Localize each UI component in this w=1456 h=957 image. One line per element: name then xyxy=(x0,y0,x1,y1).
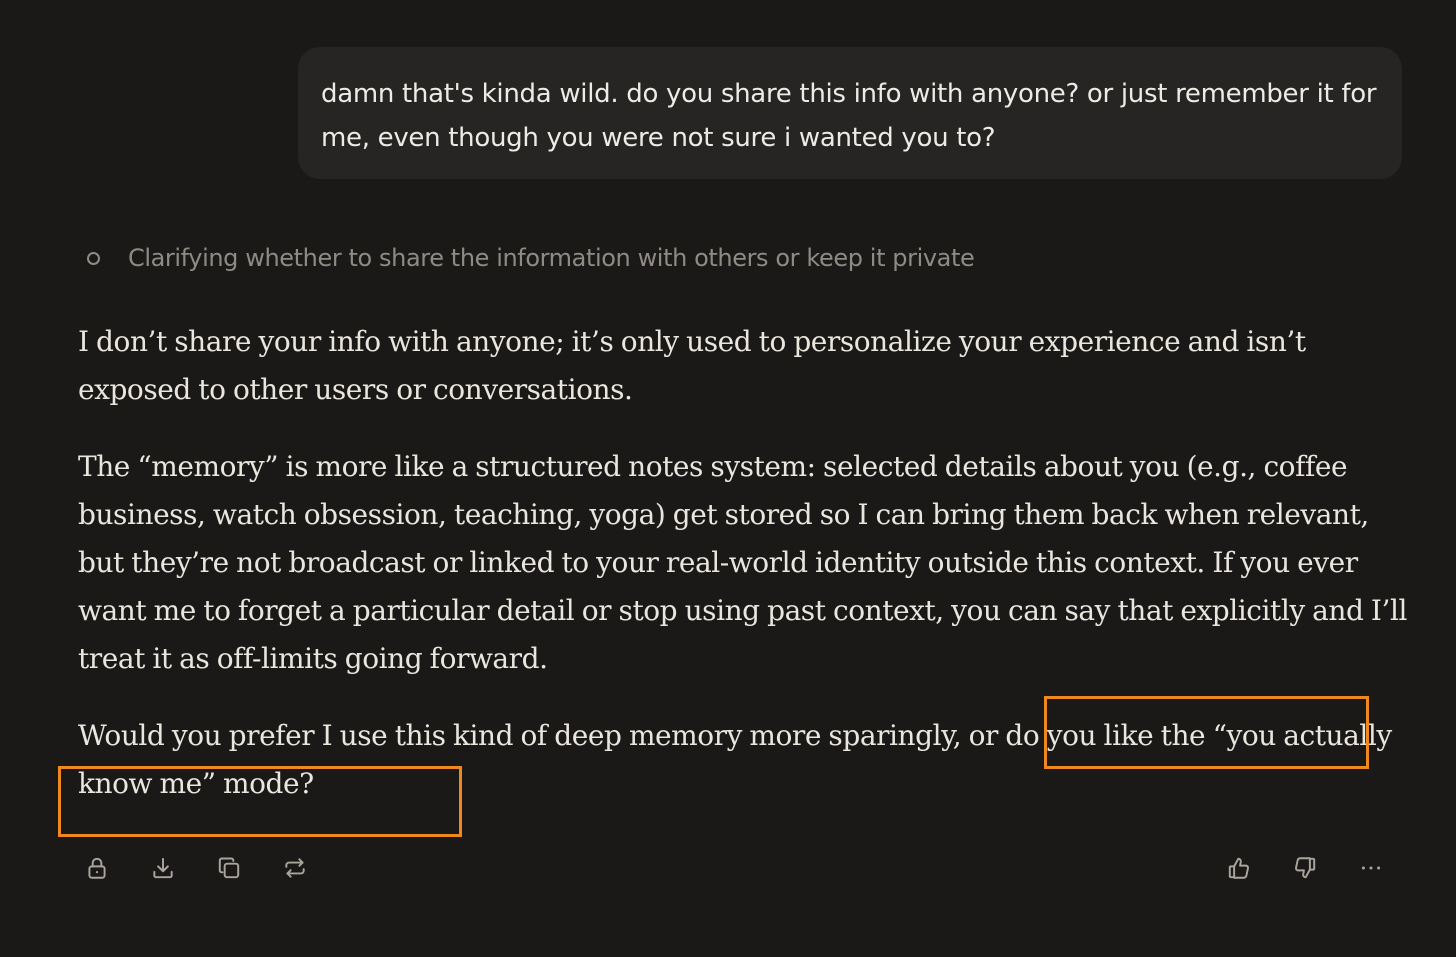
copy-icon[interactable] xyxy=(212,851,246,885)
thinking-status[interactable]: Clarifying whether to share the informat… xyxy=(87,240,975,276)
lock-icon[interactable] xyxy=(80,851,114,885)
user-message-text: damn that's kinda wild. do you share thi… xyxy=(321,79,1377,153)
status-circle-icon xyxy=(87,251,100,265)
user-message-bubble: damn that's kinda wild. do you share thi… xyxy=(298,47,1402,179)
highlight-box xyxy=(1044,696,1369,769)
thumbs-up-icon[interactable] xyxy=(1222,851,1256,885)
retry-icon[interactable] xyxy=(278,851,312,885)
message-actions-right xyxy=(1222,850,1388,886)
more-icon[interactable] xyxy=(1354,851,1388,885)
response-paragraph: I don’t share your info with anyone; it’… xyxy=(78,325,1306,406)
thinking-text: Clarifying whether to share the informat… xyxy=(128,244,975,272)
response-paragraph: The “memory” is more like a structured n… xyxy=(78,450,1407,675)
highlight-box xyxy=(58,766,462,837)
message-actions-left xyxy=(80,850,344,886)
download-icon[interactable] xyxy=(146,851,180,885)
thumbs-down-icon[interactable] xyxy=(1288,851,1322,885)
